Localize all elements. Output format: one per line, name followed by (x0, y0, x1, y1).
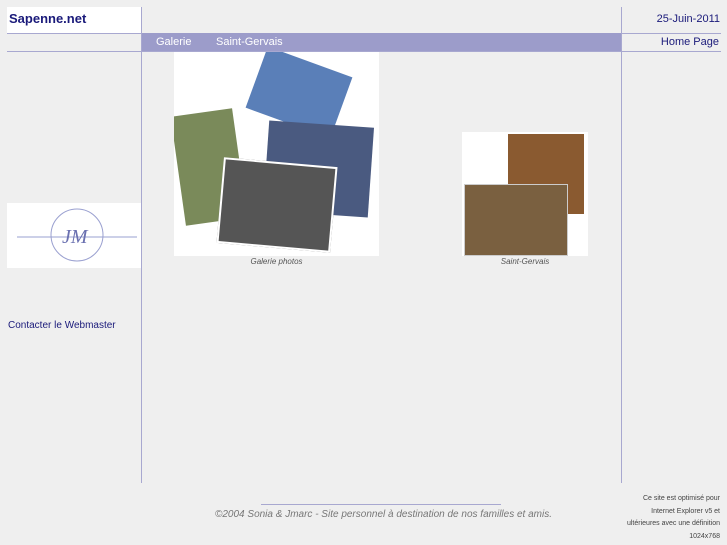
note-line: Internet Explorer v5 et (651, 507, 720, 515)
footer-divider (261, 504, 501, 505)
note-line: Ce site est optimisé pour (642, 495, 720, 502)
nav-saint-gervais[interactable]: Saint-Gervais (216, 36, 283, 48)
divider (621, 7, 622, 483)
gallery-photos-image[interactable] (174, 52, 379, 256)
site-title: Sapenne.net (7, 7, 141, 33)
saint-gervais-caption: Saint-Gervais (500, 257, 550, 266)
nav-bar: Galerie Saint-Gervais (142, 33, 621, 51)
svg-text:JM: JM (62, 226, 89, 248)
note-line: ultérieures avec une définition (626, 520, 720, 527)
date: 25-Juin-2011 (656, 13, 720, 25)
divider (141, 7, 142, 483)
copyright: ©2004 Sonia & Jmarc - Site personnel à d… (215, 509, 552, 520)
home-page-link[interactable]: Home Page (661, 36, 719, 48)
gallery-caption: Galerie photos (250, 257, 303, 266)
signature-logo: JM (7, 203, 141, 268)
nav-galerie[interactable]: Galerie (156, 36, 191, 48)
browser-note: Ce site est optimisé pour Internet Explo… (627, 493, 720, 543)
saint-gervais-image[interactable] (462, 132, 588, 256)
note-line: 1024x768 (689, 532, 720, 540)
contact-webmaster-link[interactable]: Contacter le Webmaster (8, 320, 116, 331)
